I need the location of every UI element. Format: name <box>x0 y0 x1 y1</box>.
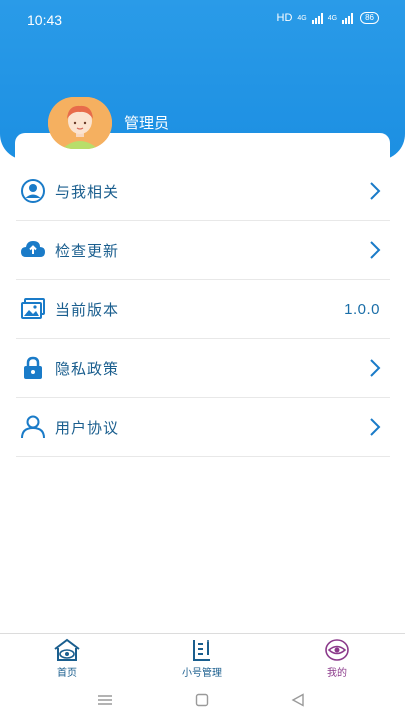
lock-icon <box>24 356 42 379</box>
status-icons: HD 4G 4G 86 <box>277 12 379 24</box>
nav-label: 首页 <box>57 668 77 679</box>
menu-item-user-agreement[interactable]: 用户协议 <box>16 398 390 457</box>
settings-menu: 与我相关 检查更新 当前版本 1.0.0 隐私政策 用户协议 <box>16 162 390 457</box>
signal-bars-icon <box>311 12 323 24</box>
home-eye-icon <box>54 638 80 661</box>
menu-item-related-to-me[interactable]: 与我相关 <box>16 162 390 221</box>
nav-label: 小号管理 <box>182 668 222 679</box>
cloud-upload-icon <box>21 241 45 257</box>
home-square-icon[interactable] <box>195 693 209 707</box>
hd-indicator: HD <box>276 12 293 24</box>
user-circle-icon <box>21 179 45 203</box>
signal-2-label: 4G <box>327 14 338 22</box>
chevron-right-icon <box>370 418 381 436</box>
images-icon <box>21 298 45 319</box>
nav-tab-account-management[interactable]: 小号管理 <box>162 638 242 679</box>
menu-label: 隐私政策 <box>55 360 120 378</box>
user-icon <box>21 415 45 439</box>
system-nav-bar <box>0 683 405 720</box>
menu-label: 与我相关 <box>55 183 120 201</box>
avatar[interactable] <box>48 97 112 149</box>
version-value: 1.0.0 <box>344 300 380 318</box>
menu-icon[interactable] <box>97 693 113 707</box>
chevron-right-icon <box>370 359 381 377</box>
nav-tab-mine[interactable]: 我的 <box>297 638 377 679</box>
signal-bars-icon <box>342 12 354 24</box>
menu-item-privacy-policy[interactable]: 隐私政策 <box>16 339 390 398</box>
nav-tab-home[interactable]: 首页 <box>27 638 107 679</box>
document-list-icon <box>193 640 210 661</box>
nav-label: 我的 <box>327 668 347 679</box>
avatar-illustration-icon <box>48 97 112 149</box>
menu-label: 检查更新 <box>55 242 120 260</box>
menu-item-current-version: 当前版本 1.0.0 <box>16 280 390 339</box>
back-triangle-icon[interactable] <box>291 693 305 707</box>
menu-item-check-update[interactable]: 检查更新 <box>16 221 390 280</box>
signal-1-label: 4G <box>297 14 307 22</box>
battery-icon: 86 <box>360 12 379 24</box>
status-bar: 10:43 HD 4G 4G 86 <box>0 0 405 40</box>
chevron-right-icon <box>370 241 381 259</box>
chevron-right-icon <box>370 182 381 200</box>
menu-label: 当前版本 <box>55 301 120 319</box>
eye-circle-icon <box>325 639 349 661</box>
status-time: 10:43 <box>27 12 63 28</box>
profile-name: 管理员 <box>124 115 170 132</box>
menu-label: 用户协议 <box>55 419 120 437</box>
bottom-nav: 首页 小号管理 我的 <box>0 633 405 683</box>
